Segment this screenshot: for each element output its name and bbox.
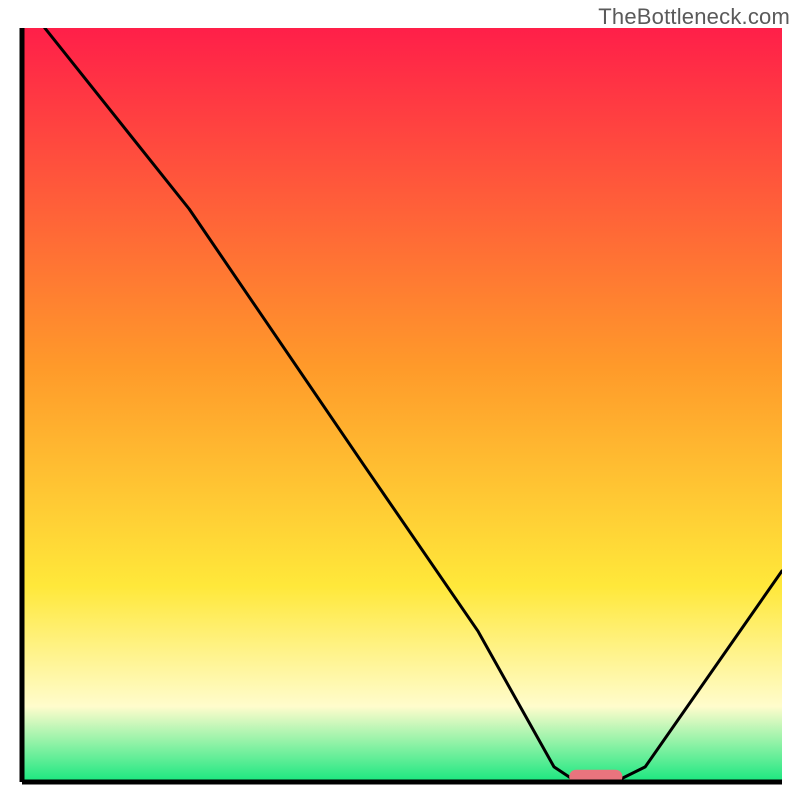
watermark-text: TheBottleneck.com	[598, 4, 790, 30]
chart-root: TheBottleneck.com	[0, 0, 800, 800]
chart-svg	[0, 0, 800, 800]
